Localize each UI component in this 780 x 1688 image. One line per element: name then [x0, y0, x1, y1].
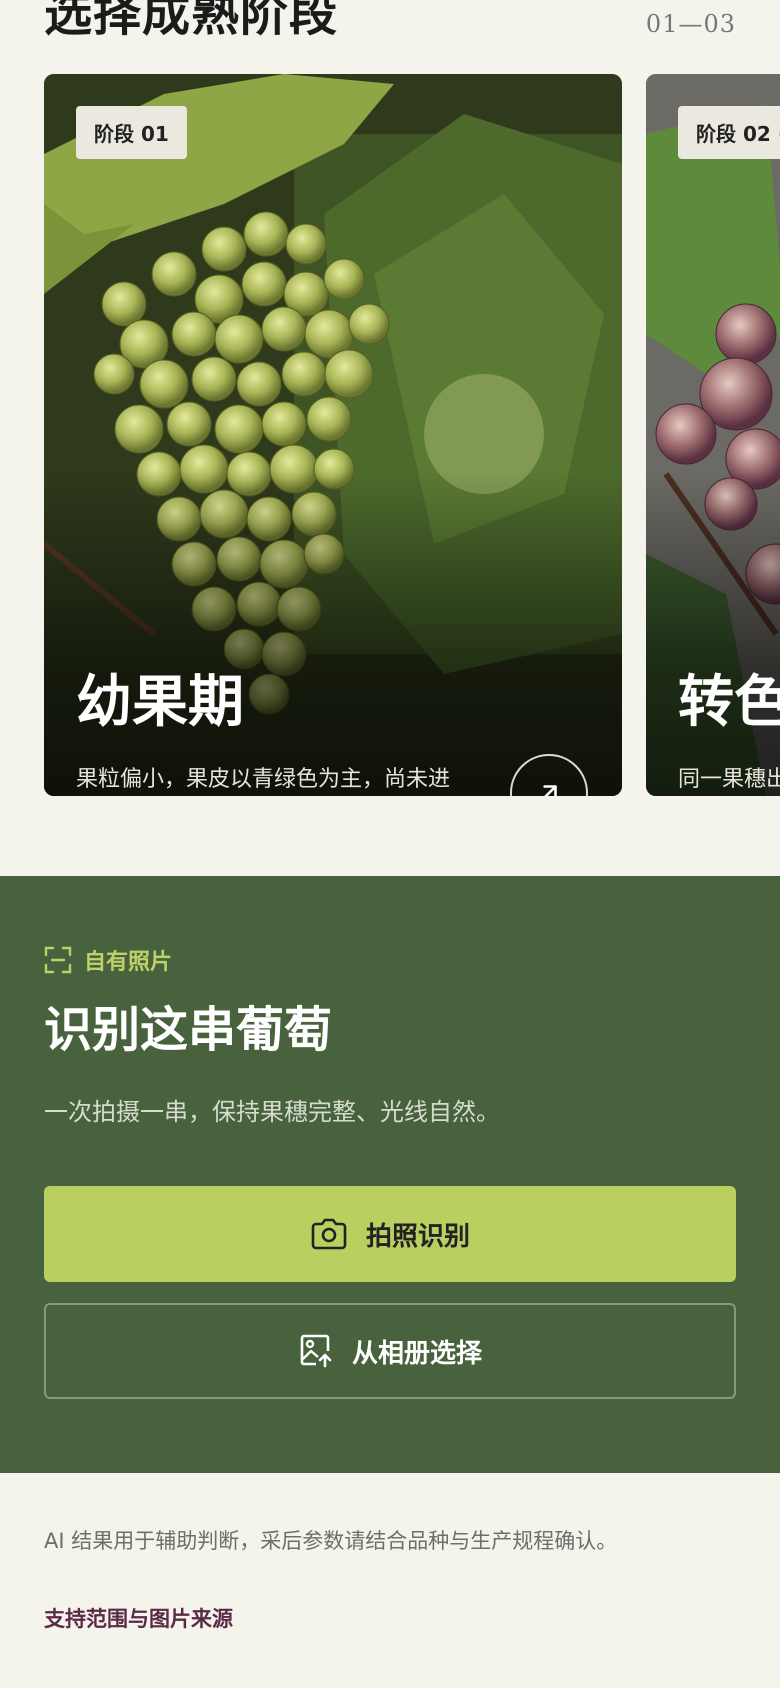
own-photo-label: 自有照片	[84, 950, 173, 975]
footer: AI 结果用于辅助判断，采后参数请结合品种与生产规程确认。 支持范围与图片来源	[0, 1473, 780, 1688]
stage-badge: 阶段 01	[76, 106, 187, 159]
card-description: 果粒偏小，果皮以青绿色为主，尚未进入集中转色。	[76, 767, 451, 792]
take-photo-label: 拍照识别	[365, 1221, 470, 1252]
stage-badge: 阶段 02 ·	[678, 106, 780, 159]
identify-title: 识别这串葡萄	[44, 1002, 333, 1058]
stage-card-veraison[interactable]: 阶段 02 · 转色 同一果穗出现颜色变化，糖分逐渐积累，成熟进	[646, 74, 780, 796]
scan-icon	[44, 946, 72, 974]
arrow-up-right-icon	[543, 785, 557, 796]
support-scope-link[interactable]: 支持范围与图片来源	[44, 1603, 233, 1633]
choose-from-album-button[interactable]: 从相册选择	[44, 1303, 736, 1399]
take-photo-button[interactable]: 拍照识别	[44, 1186, 736, 1282]
camera-icon	[311, 1218, 347, 1250]
stage-counter: 01—03	[645, 10, 736, 38]
identify-subtitle: 一次拍摄一串，保持果穗完整、光线自然。	[44, 1098, 500, 1126]
choose-from-album-label: 从相册选择	[351, 1338, 482, 1369]
own-photo-tag: 自有照片	[44, 944, 172, 976]
card-title: 转色	[678, 669, 780, 735]
ai-disclaimer: AI 结果用于辅助判断，采后参数请结合品种与生产规程确认。	[44, 1529, 618, 1553]
card-title: 幼果期	[76, 669, 244, 735]
stage-section: 选择成熟阶段 01—03 阶段 01 幼果期 果粒偏小，果皮以青绿色为主，尚未进…	[0, 0, 780, 876]
stage-card-young-fruit[interactable]: 阶段 01 幼果期 果粒偏小，果皮以青绿色为主，尚未进入集中转色。	[44, 74, 622, 796]
card-description: 同一果穗出现颜色变化，糖分逐渐积累，成熟进	[678, 767, 780, 792]
section-title: 选择成熟阶段	[44, 0, 339, 42]
identify-section: 自有照片 识别这串葡萄 一次拍摄一串，保持果穗完整、光线自然。 拍照识别 从相册…	[0, 876, 780, 1473]
image-upload-icon	[300, 1334, 332, 1368]
